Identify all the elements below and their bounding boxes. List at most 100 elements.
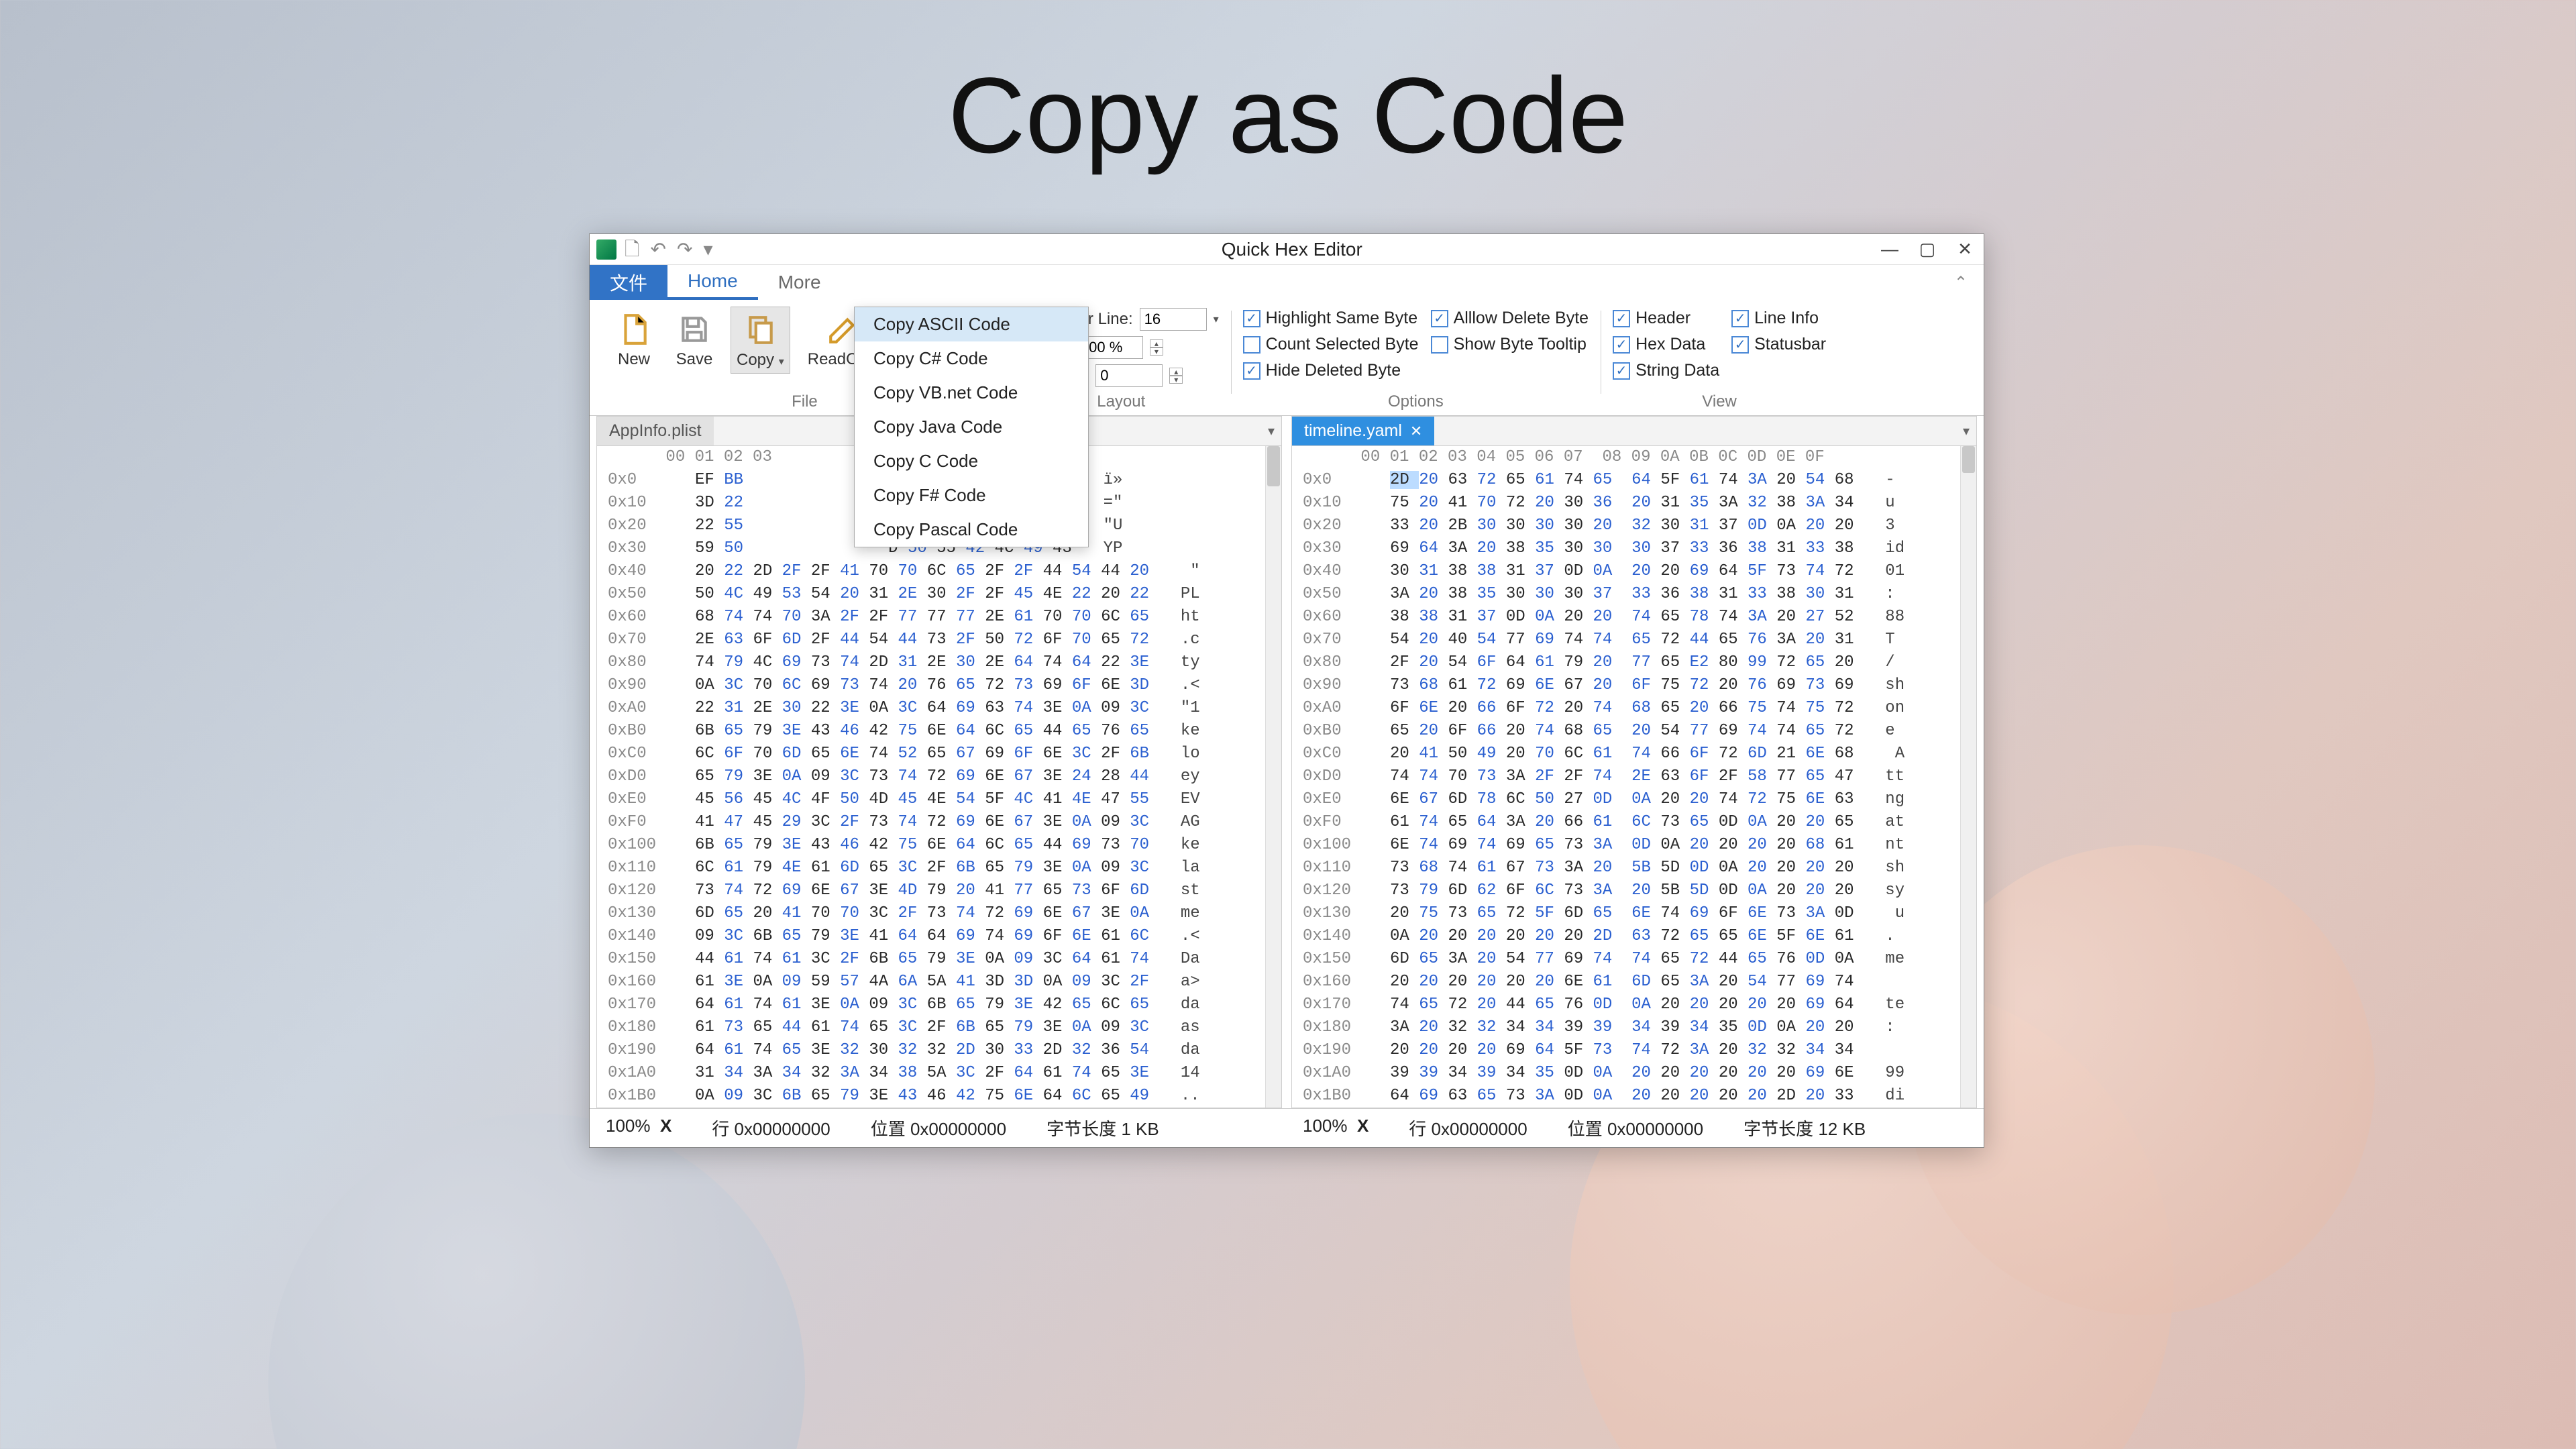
hex-row[interactable]: 0xC0 6C 6F 70 6D 65 6E 74 52 65 67 69 6F… (597, 743, 1281, 765)
hex-row[interactable]: 0x120 73 74 72 69 6E 67 3E 4D 79 20 41 7… (597, 879, 1281, 902)
hex-row[interactable]: 0x0 2D 20 63 72 65 61 74 65 64 5F 61 74 … (1292, 469, 1976, 492)
close-button[interactable]: ✕ (1946, 234, 1984, 265)
hex-row[interactable]: 0x80 74 79 4C 69 73 74 2D 31 2E 30 2E 64… (597, 651, 1281, 674)
ribbon-tab-home[interactable]: Home (667, 265, 758, 300)
hex-row[interactable]: 0x130 6D 65 20 41 70 70 3C 2F 73 74 72 6… (597, 902, 1281, 925)
hex-row[interactable]: 0x50 3A 20 38 35 30 30 30 37 33 36 38 31… (1292, 583, 1976, 606)
hex-header: 00 01 02 03 04 05 06 07 08 09 0A 0B 0C 0… (1292, 446, 1976, 469)
hex-row[interactable]: 0x70 2E 63 6F 6D 2F 44 54 44 73 2F 50 72… (597, 629, 1281, 651)
copy-csharp-item[interactable]: Copy C# Code (855, 341, 1088, 376)
hex-row[interactable]: 0x160 20 20 20 20 20 20 6E 61 6D 65 3A 2… (1292, 971, 1976, 994)
scrollbar[interactable] (1960, 446, 1976, 1108)
save-button[interactable]: Save (670, 307, 718, 372)
location-input[interactable] (1095, 364, 1163, 387)
hex-row[interactable]: 0x90 73 68 61 72 69 6E 67 20 6F 75 72 20… (1292, 674, 1976, 697)
copy-button[interactable]: Copy ▾ (731, 307, 790, 374)
location-spinner[interactable]: ▴▾ (1169, 368, 1183, 384)
hex-row[interactable]: 0x110 73 68 74 61 67 73 3A 20 5B 5D 0D 0… (1292, 857, 1976, 879)
hex-row[interactable]: 0x140 0A 20 20 20 20 20 20 2D 63 72 65 6… (1292, 925, 1976, 948)
statusbar-check[interactable]: ✓Statusbar (1731, 335, 1826, 354)
hex-row[interactable]: 0x190 20 20 20 20 69 64 5F 73 74 72 3A 2… (1292, 1039, 1976, 1062)
hex-row[interactable]: 0x100 6B 65 79 3E 43 46 42 75 6E 64 6C 6… (597, 834, 1281, 857)
hex-view-right[interactable]: 00 01 02 03 04 05 06 07 08 09 0A 0B 0C 0… (1291, 445, 1977, 1108)
hex-row[interactable]: 0x120 73 79 6D 62 6F 6C 73 3A 20 5B 5D 0… (1292, 879, 1976, 902)
count-selected-byte-check[interactable]: Count Selected Byte (1243, 335, 1419, 354)
file-tab-timeline[interactable]: timeline.yaml ✕ (1292, 417, 1434, 445)
hex-row[interactable]: 0x170 64 61 74 61 3E 0A 09 3C 6B 65 79 3… (597, 994, 1281, 1016)
hex-row[interactable]: 0x1A0 39 39 34 39 34 35 0D 0A 20 20 20 2… (1292, 1062, 1976, 1085)
hide-deleted-byte-check[interactable]: ✓Hide Deleted Byte (1243, 361, 1419, 380)
qat-dropdown-icon[interactable]: ▾ (703, 240, 712, 259)
close-tab-icon[interactable]: ✕ (1410, 423, 1422, 440)
hexdata-check[interactable]: ✓Hex Data (1613, 335, 1719, 354)
hex-row[interactable]: 0xD0 65 79 3E 0A 09 3C 73 74 72 69 6E 67… (597, 765, 1281, 788)
hex-row[interactable]: 0xF0 61 74 65 64 3A 20 66 61 6C 73 65 0D… (1292, 811, 1976, 834)
hex-row[interactable]: 0x40 20 22 2D 2F 2F 41 70 70 6C 65 2F 2F… (597, 560, 1281, 583)
bpl-input[interactable] (1140, 308, 1207, 331)
copy-vbnet-item[interactable]: Copy VB.net Code (855, 376, 1088, 410)
hex-row[interactable]: 0x170 74 65 72 20 44 65 76 0D 0A 20 20 2… (1292, 994, 1976, 1016)
copy-c-item[interactable]: Copy C Code (855, 444, 1088, 478)
copy-ascii-item[interactable]: Copy ASCII Code (855, 307, 1088, 341)
hex-row[interactable]: 0x80 2F 20 54 6F 64 61 79 20 77 65 E2 80… (1292, 651, 1976, 674)
hex-row[interactable]: 0xE0 45 56 45 4C 4F 50 4D 45 4E 54 5F 4C… (597, 788, 1281, 811)
qat-undo-icon[interactable]: ↶ (651, 240, 666, 259)
hex-row[interactable]: 0x50 50 4C 49 53 54 20 31 2E 30 2F 2F 45… (597, 583, 1281, 606)
hex-row[interactable]: 0x180 3A 20 32 32 34 34 39 39 34 39 34 3… (1292, 1016, 1976, 1039)
hex-row[interactable]: 0x150 6D 65 3A 20 54 77 69 74 74 65 72 4… (1292, 948, 1976, 971)
copy-pascal-item[interactable]: Copy Pascal Code (855, 513, 1088, 547)
lineinfo-check[interactable]: ✓Line Info (1731, 309, 1826, 328)
stringdata-check[interactable]: ✓String Data (1613, 361, 1719, 380)
hex-row[interactable]: 0xD0 74 74 70 73 3A 2F 2F 74 2E 63 6F 2F… (1292, 765, 1976, 788)
hex-row[interactable]: 0x60 38 38 31 37 0D 0A 20 20 74 65 78 74… (1292, 606, 1976, 629)
hex-row[interactable]: 0x40 30 31 38 38 31 37 0D 0A 20 20 69 64… (1292, 560, 1976, 583)
hex-row[interactable]: 0x1B0 64 69 63 65 73 3A 0D 0A 20 20 20 2… (1292, 1085, 1976, 1108)
hex-row[interactable]: 0x160 61 3E 0A 09 59 57 4A 6A 5A 41 3D 3… (597, 971, 1281, 994)
copy-fsharp-item[interactable]: Copy F# Code (855, 478, 1088, 513)
copy-java-item[interactable]: Copy Java Code (855, 410, 1088, 444)
ribbon-tab-more[interactable]: More (758, 265, 841, 300)
file-tab-appinfo[interactable]: AppInfo.plist (597, 417, 714, 445)
hex-row[interactable]: 0x1A0 31 34 3A 34 32 3A 34 38 5A 3C 2F 6… (597, 1062, 1281, 1085)
ribbon-collapse-icon[interactable]: ⌃ (1946, 265, 1976, 300)
hex-row[interactable]: 0xC0 20 41 50 49 20 70 6C 61 74 66 6F 72… (1292, 743, 1976, 765)
hex-row[interactable]: 0x190 64 61 74 65 3E 32 30 32 32 2D 30 3… (597, 1039, 1281, 1062)
save-label: Save (676, 351, 713, 368)
zoom-spinner[interactable]: ▴▾ (1150, 339, 1163, 356)
hex-row[interactable]: 0x130 20 75 73 65 72 5F 6D 65 6E 74 69 6… (1292, 902, 1976, 925)
hex-row[interactable]: 0xA0 22 31 2E 30 22 3E 0A 3C 64 69 63 74… (597, 697, 1281, 720)
hex-row[interactable]: 0xE0 6E 67 6D 78 6C 50 27 0D 0A 20 20 74… (1292, 788, 1976, 811)
hex-row[interactable]: 0x20 33 20 2B 30 30 30 30 20 32 30 31 37… (1292, 515, 1976, 537)
new-button[interactable]: New (610, 307, 658, 372)
hex-row[interactable]: 0xF0 41 47 45 29 3C 2F 73 74 72 69 6E 67… (597, 811, 1281, 834)
status-close-right[interactable]: X (1357, 1116, 1368, 1136)
hex-row[interactable]: 0x140 09 3C 6B 65 79 3E 41 64 64 69 74 6… (597, 925, 1281, 948)
hex-row[interactable]: 0x70 54 20 40 54 77 69 74 74 65 72 44 65… (1292, 629, 1976, 651)
ribbon-tab-file[interactable]: 文件 (590, 265, 667, 300)
hex-row[interactable]: 0x10 75 20 41 70 72 20 30 36 20 31 35 3A… (1292, 492, 1976, 515)
tab-dropdown-icon[interactable]: ▾ (1268, 423, 1275, 439)
header-check[interactable]: ✓Header (1613, 309, 1719, 328)
hex-row[interactable]: 0x150 44 61 74 61 3C 2F 6B 65 79 3E 0A 0… (597, 948, 1281, 971)
hex-row[interactable]: 0xB0 6B 65 79 3E 43 46 42 75 6E 64 6C 65… (597, 720, 1281, 743)
highlight-same-byte-check[interactable]: ✓Highlight Same Byte (1243, 309, 1419, 328)
scrollbar[interactable] (1265, 446, 1281, 1108)
hex-row[interactable]: 0x110 6C 61 79 4E 61 6D 65 3C 2F 6B 65 7… (597, 857, 1281, 879)
hex-row[interactable]: 0x60 68 74 74 70 3A 2F 2F 77 77 77 2E 61… (597, 606, 1281, 629)
allow-delete-byte-check[interactable]: ✓Alllow Delete Byte (1431, 309, 1589, 328)
hex-row[interactable]: 0x100 6E 74 69 74 69 65 73 3A 0D 0A 20 2… (1292, 834, 1976, 857)
qat-save-icon[interactable]: 🗋 (625, 240, 640, 259)
qat-redo-icon[interactable]: ↷ (677, 240, 692, 259)
hex-row[interactable]: 0xA0 6F 6E 20 66 6F 72 20 74 68 65 20 66… (1292, 697, 1976, 720)
status-close-left[interactable]: X (660, 1116, 672, 1136)
minimize-button[interactable]: — (1871, 234, 1909, 265)
show-byte-tooltip-check[interactable]: Show Byte Tooltip (1431, 335, 1589, 354)
chevron-down-icon[interactable]: ▾ (1214, 313, 1219, 326)
hex-row[interactable]: 0x1B0 0A 09 3C 6B 65 79 3E 43 46 42 75 6… (597, 1085, 1281, 1108)
maximize-button[interactable]: ▢ (1909, 234, 1946, 265)
hex-row[interactable]: 0x180 61 73 65 44 61 74 65 3C 2F 6B 65 7… (597, 1016, 1281, 1039)
hex-row[interactable]: 0xB0 65 20 6F 66 20 74 68 65 20 54 77 69… (1292, 720, 1976, 743)
tab-dropdown-icon[interactable]: ▾ (1963, 423, 1970, 439)
hex-row[interactable]: 0x30 69 64 3A 20 38 35 30 30 30 37 33 36… (1292, 537, 1976, 560)
hex-row[interactable]: 0x90 0A 3C 70 6C 69 73 74 20 76 65 72 73… (597, 674, 1281, 697)
